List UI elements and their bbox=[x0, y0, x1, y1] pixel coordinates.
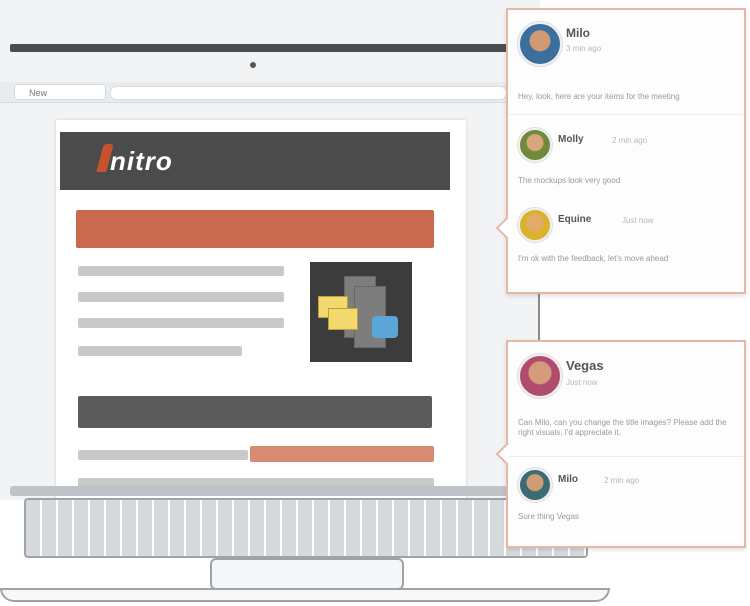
comment-author: Molly bbox=[558, 134, 584, 145]
comment-time: Just now bbox=[566, 378, 598, 387]
comment-text: I'm ok with the feedback, let's move ahe… bbox=[518, 254, 669, 263]
comment-text: Can Milo, can you change the title image… bbox=[518, 418, 727, 437]
orange-banner bbox=[76, 210, 434, 248]
browser-toolbar: New bbox=[0, 82, 520, 103]
comment: Milo 2 min ago Sure thing Vegas bbox=[518, 468, 734, 534]
text-line bbox=[78, 292, 284, 302]
comment-author: Milo bbox=[558, 474, 578, 485]
document-page: nitro bbox=[56, 120, 466, 500]
comment: Equine Just now I'm ok with the feedback… bbox=[518, 208, 734, 278]
comment-time: 2 min ago bbox=[612, 136, 648, 145]
trackpad bbox=[210, 558, 404, 590]
keyboard bbox=[24, 498, 588, 558]
document-blue-icon bbox=[372, 316, 398, 338]
comment-text: Sure thing Vegas bbox=[518, 512, 579, 521]
comment-text: Hey, look, here are your items for the m… bbox=[518, 92, 680, 101]
address-bar[interactable] bbox=[110, 86, 507, 100]
nitro-logo: nitro bbox=[110, 146, 173, 176]
dark-banner bbox=[78, 396, 432, 428]
laptop-screen: New nitro bbox=[0, 0, 540, 500]
camera-icon bbox=[250, 62, 256, 68]
text-line bbox=[78, 266, 284, 276]
document-image bbox=[310, 262, 412, 362]
comment-author: Vegas bbox=[566, 358, 604, 373]
text-line bbox=[78, 346, 242, 356]
comment-author: Milo bbox=[566, 26, 590, 40]
browser-tab[interactable]: New bbox=[14, 84, 106, 100]
comment-card: Vegas Just now Can Milo, can you change … bbox=[495, 340, 746, 548]
screen-bezel bbox=[10, 44, 530, 52]
text-line bbox=[78, 318, 284, 328]
laptop-bottom-edge bbox=[0, 588, 610, 602]
comment-time: 3 min ago bbox=[566, 44, 602, 53]
comment-time: 2 min ago bbox=[604, 476, 640, 485]
comment: Milo 3 min ago Hey, look, here are your … bbox=[518, 22, 734, 112]
highlight-bar bbox=[250, 446, 434, 462]
comment-time: Just now bbox=[622, 216, 654, 225]
text-line bbox=[78, 450, 248, 460]
comment-text: The mockups look very good bbox=[518, 176, 621, 185]
document-yellow-icon bbox=[328, 308, 358, 330]
thread-connector bbox=[538, 290, 540, 340]
avatar[interactable] bbox=[518, 468, 552, 502]
comment: Vegas Just now Can Milo, can you change … bbox=[518, 354, 734, 454]
browser-tab-label: New bbox=[29, 88, 48, 98]
comment-author: Equine bbox=[558, 214, 592, 225]
comment: Molly 2 min ago The mockups look very go… bbox=[518, 128, 734, 198]
avatar[interactable] bbox=[518, 128, 552, 162]
divider bbox=[508, 456, 744, 457]
avatar[interactable] bbox=[518, 208, 552, 242]
divider bbox=[508, 114, 744, 115]
avatar[interactable] bbox=[518, 22, 562, 66]
comment-card: Milo 3 min ago Hey, look, here are your … bbox=[495, 8, 746, 294]
avatar[interactable] bbox=[518, 354, 562, 398]
